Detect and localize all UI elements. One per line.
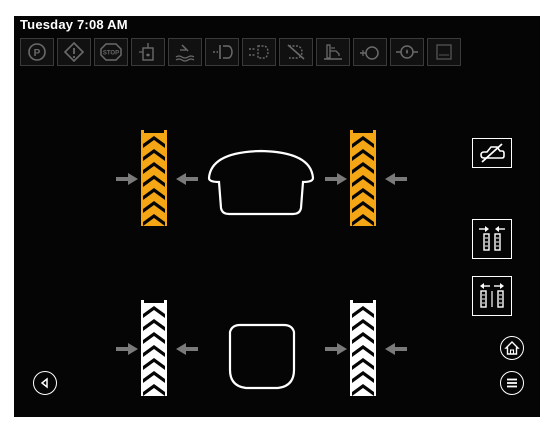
display-icon: [427, 38, 461, 66]
stop-icon: STOP: [94, 38, 128, 66]
rear-left-tyre: [141, 300, 167, 396]
narrow-track-button[interactable]: [472, 219, 512, 259]
narrow-track-icon: [479, 226, 505, 251]
wheel-spacing-disabled-icon: [480, 143, 505, 163]
hydraulic-oil-icon: [131, 38, 165, 66]
device-frame: Tuesday 7:08 AM P STOP: [0, 0, 555, 431]
home-icon: [504, 341, 520, 355]
svg-text:STOP: STOP: [103, 51, 119, 57]
transmission-fault-icon: [279, 38, 313, 66]
front-left-outer-arrow: [116, 173, 138, 185]
coolant-level-icon: [168, 38, 202, 66]
cab-top-view-outline: [207, 149, 315, 216]
chevron-left-icon: [40, 377, 48, 389]
rear-right-tyre: [350, 300, 376, 396]
wide-track-button[interactable]: [472, 276, 512, 316]
transmission-icon: [205, 38, 239, 66]
wide-track-icon: [480, 283, 504, 308]
engine-icon: [353, 38, 387, 66]
transmission-alt-icon: [242, 38, 276, 66]
engine-compartment-outline: [228, 323, 296, 390]
home-button[interactable]: [500, 336, 524, 360]
warning-icon: [57, 38, 91, 66]
front-right-outer-arrow: [385, 173, 407, 185]
svg-text:P: P: [34, 48, 41, 59]
front-left-tyre: [141, 130, 167, 226]
status-bar: P STOP: [20, 38, 461, 66]
rear-left-inner-arrow: [176, 343, 198, 355]
disable-spacing-button[interactable]: [472, 138, 512, 168]
parking-brake-icon: P: [20, 38, 54, 66]
menu-icon: [507, 378, 517, 388]
front-right-inner-arrow: [325, 173, 347, 185]
back-button[interactable]: [33, 371, 57, 395]
rear-right-outer-arrow: [385, 343, 407, 355]
oil-pressure-icon: [390, 38, 424, 66]
clock-text: Tuesday 7:08 AM: [20, 17, 128, 32]
rear-left-outer-arrow: [116, 343, 138, 355]
fuel-icon: [316, 38, 350, 66]
front-left-inner-arrow: [176, 173, 198, 185]
front-right-tyre: [350, 130, 376, 226]
rear-right-inner-arrow: [325, 343, 347, 355]
menu-button[interactable]: [500, 371, 524, 395]
